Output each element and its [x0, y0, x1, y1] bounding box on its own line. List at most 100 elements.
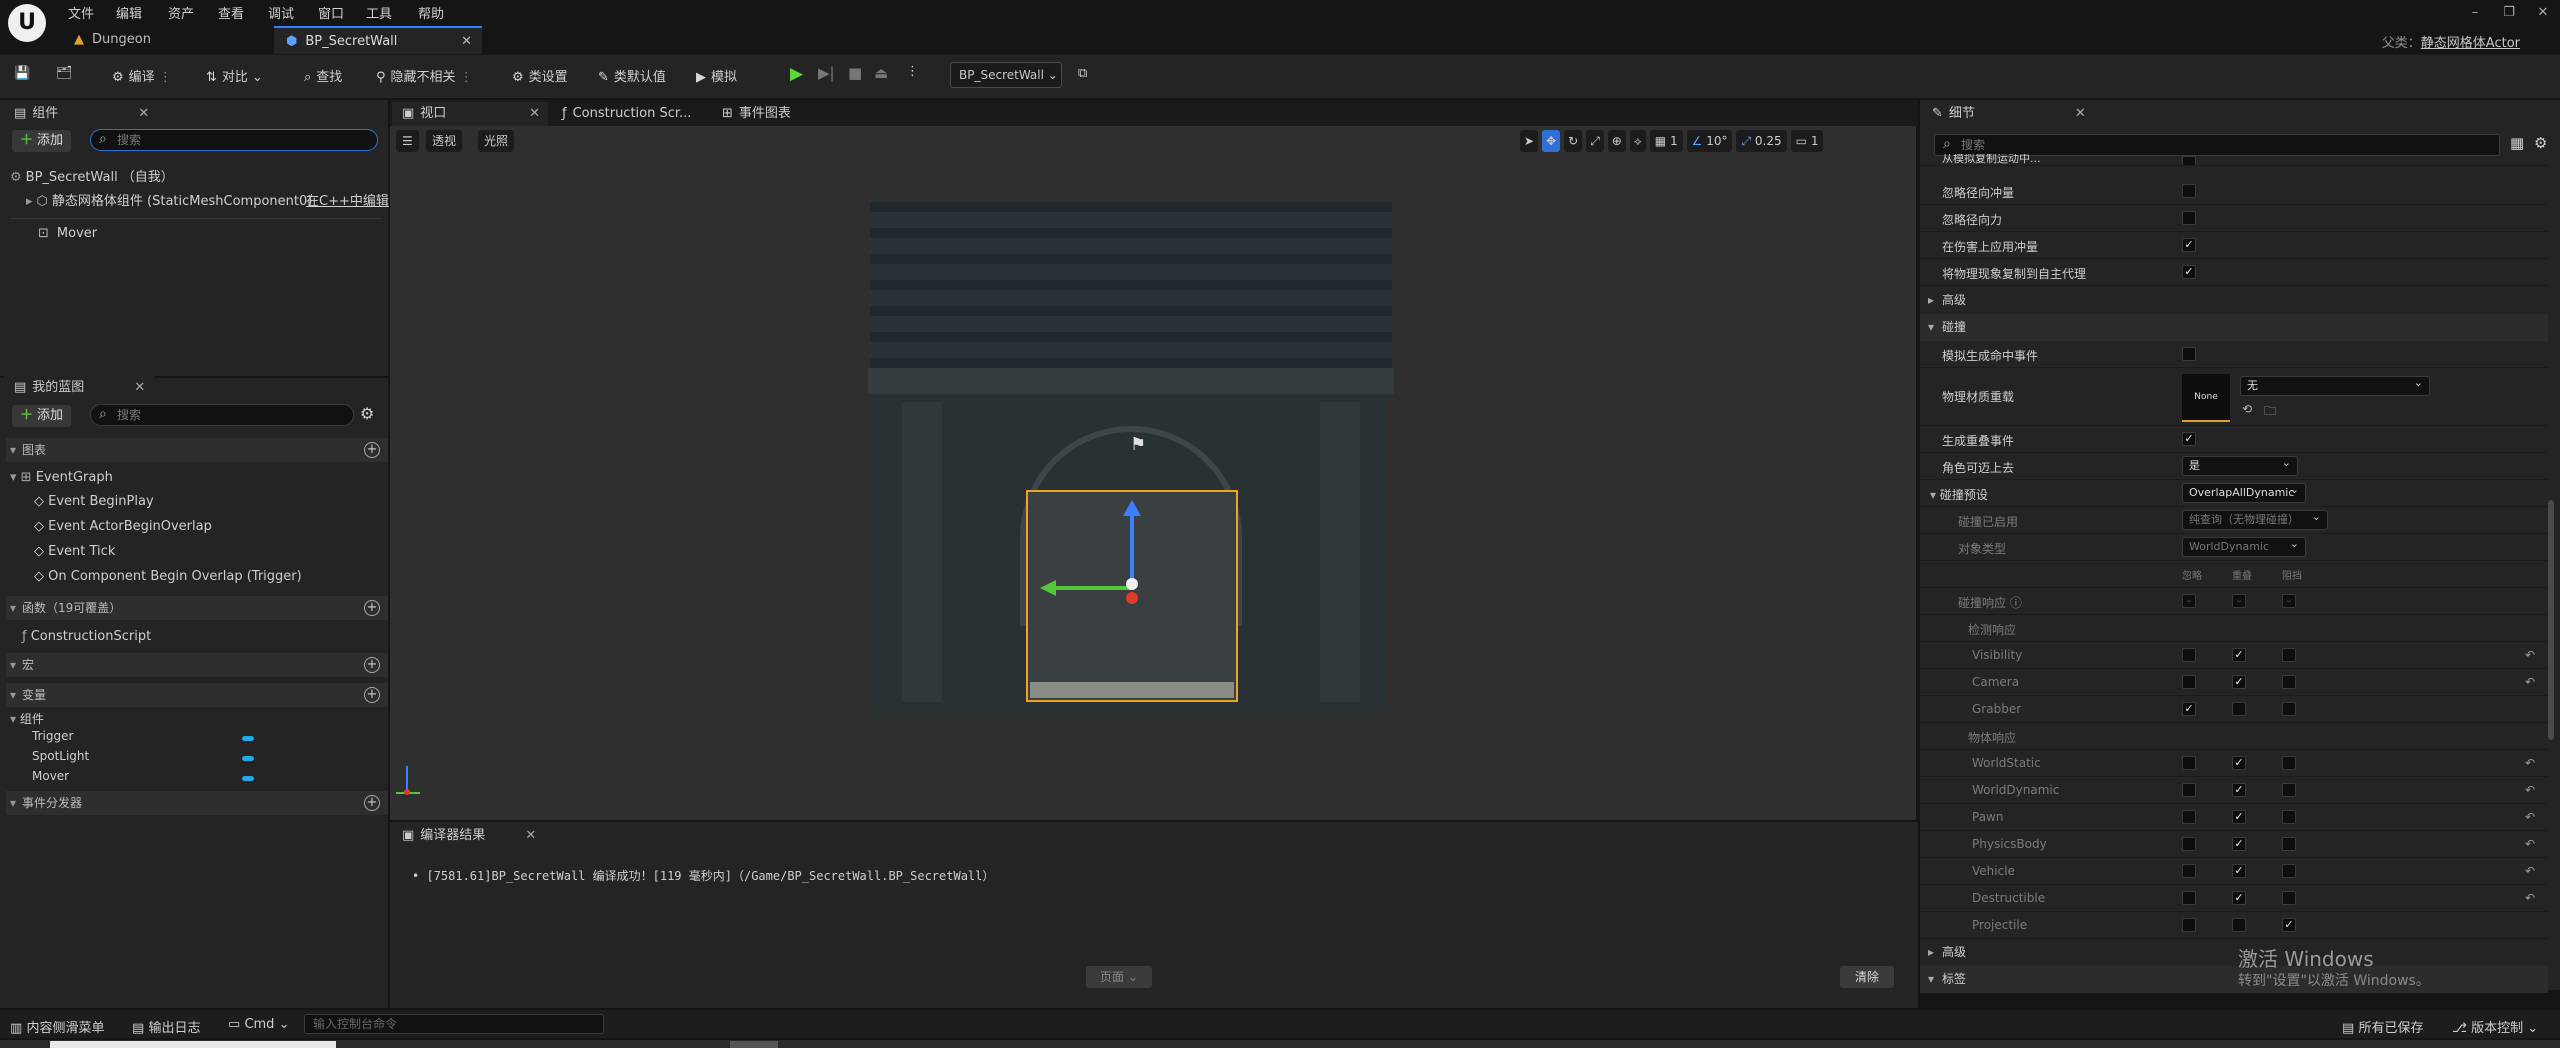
close-tab-icon[interactable]: ✕: [525, 828, 536, 843]
edit-in-cpp-link[interactable]: 在C++中编辑: [306, 190, 389, 209]
checkbox[interactable]: [2182, 891, 2196, 905]
checkbox[interactable]: [2282, 891, 2296, 905]
checkbox-checked[interactable]: ✓: [2182, 238, 2196, 252]
checkbox[interactable]: [2182, 156, 2196, 165]
section-advanced[interactable]: 高级: [1920, 287, 2548, 314]
checkbox[interactable]: [2282, 702, 2296, 716]
radio-ignore[interactable]: –: [2182, 594, 2196, 608]
close-icon[interactable]: ✕: [2526, 5, 2560, 20]
content-drawer-button[interactable]: ▥ 内容侧滑菜单: [10, 1017, 104, 1036]
checkbox[interactable]: [2282, 756, 2296, 770]
lit-button[interactable]: 光照: [478, 130, 515, 152]
gizmo-x-axis[interactable]: [1126, 592, 1138, 604]
add-member-button[interactable]: ＋添加: [12, 405, 72, 427]
viewport[interactable]: ☰ 透视 光照 ➤ ✥ ↻ ⤢ ⊕ ⟡ ▦ 1 ∠ 10° ⤢ 0.25 ▭ 1…: [390, 126, 1916, 820]
variables-group-components[interactable]: ▾ 组件: [10, 710, 44, 727]
scale-icon[interactable]: ⤢: [1586, 130, 1604, 152]
checkbox[interactable]: [2232, 918, 2246, 932]
checkbox-checked[interactable]: ✓: [2232, 891, 2246, 905]
world-icon[interactable]: ⊕: [1607, 130, 1626, 152]
variable-item[interactable]: Trigger: [32, 729, 73, 743]
checkbox-checked[interactable]: ✓: [2182, 702, 2196, 716]
details-search-input[interactable]: 搜索: [1934, 134, 2500, 156]
translate-icon[interactable]: ✥: [1542, 130, 1561, 152]
grid-view-icon[interactable]: ▦: [2510, 134, 2524, 152]
construction-script-item[interactable]: ƒ ConstructionScript: [22, 629, 151, 644]
checkbox-checked[interactable]: ✓: [2232, 837, 2246, 851]
details-scrollbar[interactable]: [2548, 500, 2554, 740]
menu-asset[interactable]: 资产: [168, 3, 194, 22]
reset-arrow-icon[interactable]: ↶: [2525, 648, 2535, 662]
gizmo-y-axis[interactable]: [1052, 586, 1132, 590]
hide-unrelated-button[interactable]: ⚲ 隐藏不相关 ⋮: [376, 66, 473, 85]
radio-overlap[interactable]: –: [2232, 594, 2246, 608]
find-button[interactable]: ⌕ 查找: [304, 66, 342, 85]
add-dispatcher-icon[interactable]: +: [364, 795, 380, 811]
reset-arrow-icon[interactable]: ↶: [2525, 783, 2535, 797]
class-settings-button[interactable]: ⚙ 类设置: [512, 66, 568, 85]
section-tags[interactable]: 标签: [1920, 966, 2548, 993]
object-type-dropdown[interactable]: WorldDynamic: [2182, 535, 2306, 557]
checkbox-checked[interactable]: ✓: [2232, 648, 2246, 662]
gizmo-center[interactable]: [1126, 578, 1138, 590]
diff-button[interactable]: ⇅ 对比 ⌄: [206, 66, 263, 85]
material-thumbnail[interactable]: None: [2182, 374, 2230, 422]
gear-icon[interactable]: ⚙: [360, 404, 374, 423]
tab-bp-secretwall[interactable]: ⬢ BP_SecretWall ✕: [274, 26, 482, 54]
checkbox-checked[interactable]: ✓: [2232, 864, 2246, 878]
component-root[interactable]: ⚙ BP_SecretWall （自我）: [10, 166, 174, 185]
reset-arrow-icon[interactable]: ↶: [2525, 756, 2535, 770]
checkbox[interactable]: [2182, 864, 2196, 878]
select-icon[interactable]: ➤: [1520, 130, 1539, 152]
help-icon[interactable]: ⓘ: [2010, 596, 2022, 610]
perspective-button[interactable]: 透视: [426, 130, 463, 152]
tab-compiler-results[interactable]: ▣ 编译器结果 ✕: [392, 824, 547, 848]
component-static-mesh[interactable]: ▸ ⬡ 静态网格体组件 (StaticMeshComponent0): [26, 190, 312, 209]
tab-my-blueprint[interactable]: ▤ 我的蓝图 ✕: [4, 376, 156, 400]
menu-view[interactable]: 查看: [218, 3, 244, 22]
debug-filter-icon[interactable]: ⧉: [1078, 66, 1087, 81]
checkbox[interactable]: [2182, 347, 2196, 361]
output-log-button[interactable]: ▤ 输出日志: [132, 1017, 200, 1036]
page-select[interactable]: 页面 ⌄: [1086, 966, 1152, 988]
gear-icon[interactable]: ⚙: [2534, 134, 2547, 152]
menu-tools[interactable]: 工具: [366, 3, 392, 22]
add-component-button[interactable]: ＋添加: [12, 130, 72, 152]
clear-button[interactable]: 清除: [1840, 966, 1894, 988]
event-graph-item[interactable]: ▾ ⊞ EventGraph: [10, 470, 113, 485]
category-functions[interactable]: 函数（19可覆盖） +: [6, 596, 388, 620]
event-item[interactable]: ◇ Event Tick: [34, 544, 115, 559]
checkbox[interactable]: [2182, 918, 2196, 932]
checkbox[interactable]: [2182, 211, 2196, 225]
reset-arrow-icon[interactable]: ↶: [2525, 837, 2535, 851]
tab-dungeon[interactable]: ▲ Dungeon: [62, 26, 272, 54]
checkbox[interactable]: [2182, 756, 2196, 770]
phys-material-dropdown[interactable]: 无: [2240, 374, 2430, 396]
variable-item[interactable]: SpotLight: [32, 749, 89, 763]
category-event-dispatchers[interactable]: 事件分发器 +: [6, 791, 388, 815]
tab-event-graph[interactable]: ⊞ 事件图表: [712, 102, 801, 126]
checkbox[interactable]: [2282, 810, 2296, 824]
close-panel-icon[interactable]: ✕: [2075, 106, 2086, 121]
tab-details[interactable]: ✎ 细节 ✕: [1922, 102, 2096, 126]
browse-asset-icon[interactable]: 🗀: [2264, 402, 2276, 423]
add-variable-icon[interactable]: +: [364, 687, 380, 703]
menu-help[interactable]: 帮助: [418, 3, 444, 22]
surface-snap-icon[interactable]: ⟡: [1629, 130, 1646, 152]
step-icon[interactable]: ▶|: [818, 64, 835, 82]
taskbar-item[interactable]: [730, 1041, 778, 1048]
checkbox-checked[interactable]: ✓: [2282, 918, 2296, 932]
close-tab-icon[interactable]: ✕: [461, 28, 472, 56]
parent-class-link[interactable]: 静态网格体Actor: [2421, 36, 2520, 51]
checkbox[interactable]: [2182, 783, 2196, 797]
tab-components[interactable]: ▤ 组件 ✕: [4, 102, 160, 126]
debug-object-select[interactable]: BP_SecretWall ⌄: [950, 62, 1062, 88]
compile-button[interactable]: ⚙ 编译 ⋮: [112, 66, 172, 85]
checkbox[interactable]: [2232, 702, 2246, 716]
use-selected-icon[interactable]: ⟲: [2242, 402, 2252, 416]
scale-snap[interactable]: ⤢ 0.25: [1736, 130, 1787, 152]
checkbox[interactable]: [2282, 675, 2296, 689]
minimize-icon[interactable]: –: [2458, 5, 2492, 20]
source-control-button[interactable]: ⎇ 版本控制 ⌄: [2452, 1017, 2538, 1036]
event-item[interactable]: ◇ Event BeginPlay: [34, 494, 154, 509]
